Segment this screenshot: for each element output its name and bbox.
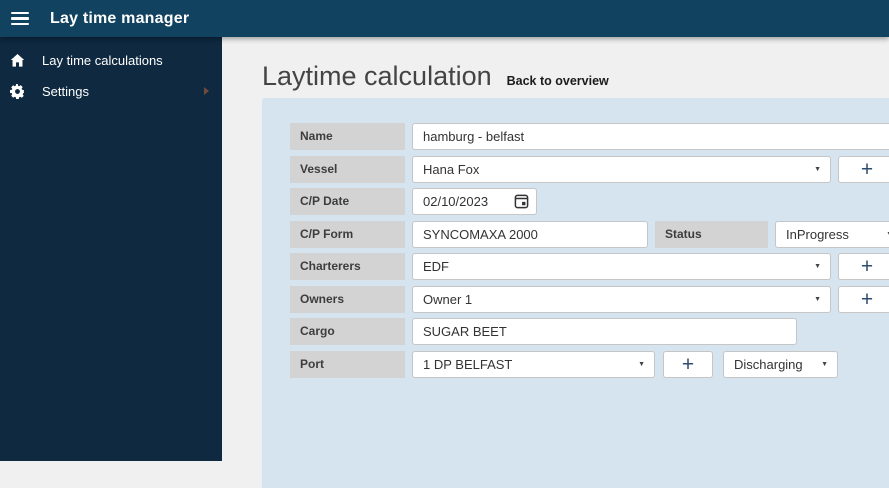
laytime-form-panel: Name Vessel Hana Fox ▼ + C/P Date [262,98,889,488]
port-label: Port [290,351,405,378]
port-operation-dropdown[interactable]: Discharging ▼ [723,351,838,378]
status-dropdown[interactable]: InProgress ▼ [775,221,889,248]
port-operation-value: Discharging [734,357,803,372]
form-row-cp-form: C/P Form Status InProgress ▼ [262,221,889,248]
sidebar: Lay time calculations Settings [0,37,222,461]
owners-dropdown[interactable]: Owner 1 ▼ [412,286,831,313]
status-value: InProgress [786,227,849,242]
charterers-label: Charterers [290,253,405,280]
name-input[interactable] [412,123,889,150]
add-port-button[interactable]: + [663,351,713,378]
vessel-label: Vessel [290,156,405,183]
add-vessel-button[interactable]: + [838,156,889,183]
sidebar-item-laytime-calculations[interactable]: Lay time calculations [0,45,222,76]
charterers-dropdown[interactable]: EDF ▼ [412,253,831,280]
back-to-overview-link[interactable]: Back to overview [507,74,609,88]
form-row-cargo: Cargo [262,318,889,345]
page-header: Laytime calculation Back to overview [262,61,609,92]
charterers-value: EDF [423,259,449,274]
name-label: Name [290,123,405,150]
sidebar-item-label: Settings [42,84,89,99]
add-owner-button[interactable]: + [838,286,889,313]
vessel-value: Hana Fox [423,162,480,177]
sidebar-item-label: Lay time calculations [42,53,163,68]
owners-value: Owner 1 [423,292,473,307]
cp-date-field [412,188,537,215]
cargo-input[interactable] [412,318,797,345]
calendar-icon[interactable] [514,194,529,212]
cp-date-input[interactable] [413,189,505,214]
home-icon [9,53,25,69]
port-dropdown[interactable]: 1 DP BELFAST ▼ [412,351,655,378]
form-row-port: Port 1 DP BELFAST ▼ + Discharging ▼ [262,351,889,378]
main-content: Laytime calculation Back to overview Nam… [222,37,889,488]
cargo-label: Cargo [290,318,405,345]
app-title: Lay time manager [50,9,190,27]
sidebar-item-settings[interactable]: Settings [0,76,222,107]
cp-form-input[interactable] [412,221,648,248]
form-row-cp-date: C/P Date [262,188,889,215]
status-label: Status [655,221,768,248]
chevron-right-icon [204,87,209,95]
topbar: Lay time manager [0,0,889,37]
owners-label: Owners [290,286,405,313]
chevron-down-icon: ▼ [638,361,645,368]
cp-date-label: C/P Date [290,188,405,215]
chevron-down-icon: ▼ [821,361,828,368]
chevron-down-icon: ▼ [814,166,821,173]
form-row-owners: Owners Owner 1 ▼ + [262,286,889,313]
gear-icon [9,84,25,100]
form-row-vessel: Vessel Hana Fox ▼ + [262,156,889,183]
chevron-down-icon: ▼ [814,263,821,270]
page-title: Laytime calculation [262,61,492,91]
port-value: 1 DP BELFAST [423,357,513,372]
form-row-charterers: Charterers EDF ▼ + [262,253,889,280]
cp-form-label: C/P Form [290,221,405,248]
hamburger-menu-icon[interactable] [11,9,29,29]
form-row-name: Name [262,123,889,150]
vessel-dropdown[interactable]: Hana Fox ▼ [412,156,831,183]
add-charterer-button[interactable]: + [838,253,889,280]
chevron-down-icon: ▼ [814,296,821,303]
